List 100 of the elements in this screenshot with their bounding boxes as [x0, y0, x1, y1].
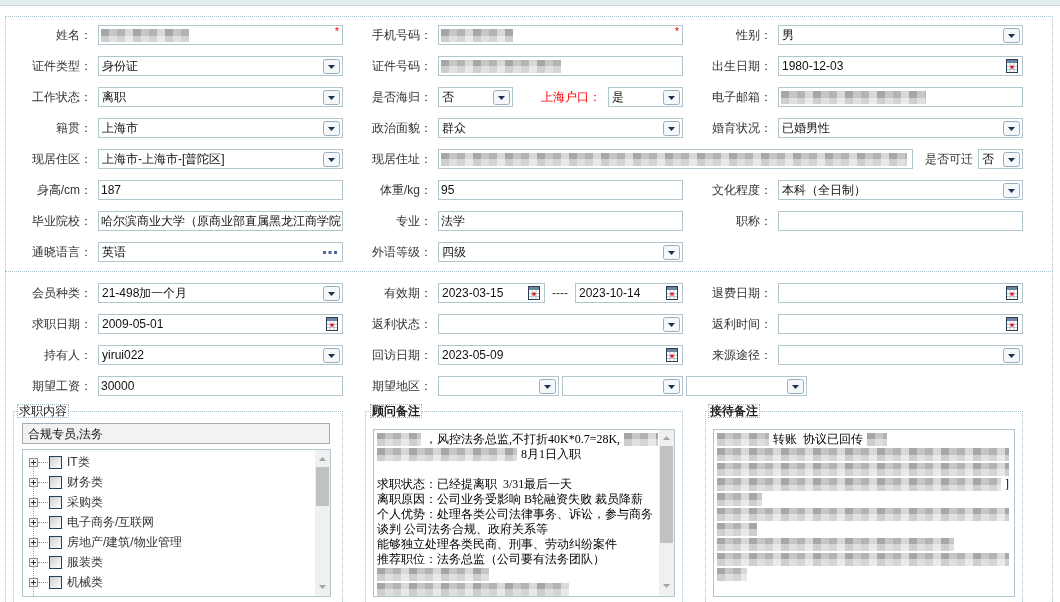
checkbox[interactable]	[49, 555, 62, 569]
select-field[interactable]: 上海市-上海市-[普陀区]	[98, 149, 343, 169]
text-field[interactable]: 哈尔滨商业大学（原商业部直属黑龙江商学院	[98, 211, 343, 231]
caret-down-icon[interactable]	[663, 316, 680, 332]
caret-down-icon[interactable]	[663, 120, 680, 136]
tree-item-label[interactable]: 机械类	[67, 573, 103, 591]
scrollbar[interactable]	[659, 430, 674, 596]
scrollbar[interactable]	[315, 450, 330, 596]
text-field[interactable]	[778, 211, 1023, 231]
field-label: 返利状态：	[372, 316, 432, 333]
tree-item-label[interactable]: 财务类	[67, 473, 103, 491]
plus-icon[interactable]	[29, 537, 38, 547]
caret-down-icon[interactable]	[663, 244, 680, 260]
caret-down-icon[interactable]	[323, 347, 340, 363]
date-field[interactable]: 2023-03-15	[438, 283, 545, 303]
field-label: 期望地区：	[372, 378, 432, 395]
calendar-icon[interactable]	[1006, 59, 1018, 73]
field-label: 婚育状况：	[712, 120, 772, 137]
select-field[interactable]	[438, 314, 683, 334]
caret-down-icon[interactable]	[323, 89, 340, 105]
text-field[interactable]: 法学	[438, 211, 683, 231]
date-field[interactable]: 2023-10-14	[575, 283, 683, 303]
text-field[interactable]: 187	[98, 180, 343, 200]
calendar-icon[interactable]	[326, 317, 338, 331]
caret-down-icon[interactable]	[323, 151, 340, 167]
select-field[interactable]	[562, 376, 683, 396]
checkbox[interactable]	[49, 495, 62, 509]
caret-down-icon[interactable]	[1003, 182, 1020, 198]
plus-icon[interactable]	[29, 577, 38, 587]
select-field[interactable]: 群众	[438, 118, 683, 138]
text-field[interactable]	[778, 87, 1023, 107]
caret-down-icon[interactable]	[323, 285, 340, 301]
select-field[interactable]: 上海市	[98, 118, 343, 138]
plus-icon[interactable]	[29, 497, 38, 507]
selection-field[interactable]: 合规专员,法务	[22, 423, 330, 444]
select-field[interactable]: 否	[438, 87, 513, 107]
date-field[interactable]: 2023-05-09	[438, 345, 683, 365]
checkbox[interactable]	[49, 535, 62, 549]
date-field[interactable]	[778, 283, 1023, 303]
select-field[interactable]: 四级	[438, 242, 683, 262]
select-field[interactable]: 已婚男性	[778, 118, 1023, 138]
plus-icon[interactable]	[29, 517, 38, 527]
select-field[interactable]: yirui022	[98, 345, 343, 365]
tree-item-label[interactable]: 电子商务/互联网	[67, 513, 155, 531]
select-field[interactable]	[686, 376, 807, 396]
select-field[interactable]: 否	[978, 149, 1023, 169]
caret-down-icon[interactable]	[1003, 27, 1020, 43]
checkbox[interactable]	[49, 515, 62, 529]
scrollbar-thumb[interactable]	[660, 446, 673, 543]
more-icon[interactable]	[323, 250, 337, 254]
notes-field[interactable]: ，风控法务总监,不打折40K*0.7=28K, 8月1日入职 求职状态：已经提离职 3/31最后一天 离职原因：公司业务受影响 B轮融资失败 裁员降薪 个人优势：处理各类公司法律事务、诉讼，参与商务谈判 公司法务合规、政府关系等 能够独立处理各类民商、刑事、劳动纠纷案件 推荐职位：法务总监（公司要有法务团队）	[373, 429, 675, 597]
select-field[interactable]: 离职	[98, 87, 343, 107]
scrollbar-thumb[interactable]	[316, 467, 329, 506]
field-label: 退费日期：	[712, 285, 772, 302]
calendar-icon[interactable]	[528, 286, 540, 300]
caret-down-icon[interactable]	[493, 89, 510, 105]
tree-item-label[interactable]: 服装类	[67, 553, 103, 571]
caret-down-icon[interactable]	[787, 378, 804, 394]
caret-down-icon[interactable]	[1003, 151, 1020, 167]
calendar-icon[interactable]	[666, 286, 678, 300]
lookup-field[interactable]: 英语	[98, 242, 343, 262]
caret-down-icon[interactable]	[323, 58, 340, 74]
text-field[interactable]: 95	[438, 180, 683, 200]
text-field[interactable]	[438, 149, 913, 169]
checkbox[interactable]	[49, 455, 62, 469]
text-field[interactable]: 30000	[98, 376, 343, 396]
plus-icon[interactable]	[29, 477, 38, 487]
tree-item-label[interactable]: 房地产/建筑/物业管理	[67, 533, 182, 551]
text-field[interactable]	[438, 56, 683, 76]
select-field[interactable]	[438, 376, 559, 396]
caret-down-icon[interactable]	[663, 89, 680, 105]
tree-item-label[interactable]: IT类	[67, 453, 90, 471]
select-field[interactable]: 男	[778, 25, 1023, 45]
date-field[interactable]: 2009-05-01	[98, 314, 343, 334]
select-field[interactable]: 本科（全日制）	[778, 180, 1023, 200]
checkbox[interactable]	[49, 575, 62, 589]
text-field[interactable]: *	[98, 25, 343, 45]
notes-field[interactable]: 转账 协议已回传 ]	[713, 429, 1015, 597]
calendar-icon[interactable]	[1006, 317, 1018, 331]
checkbox[interactable]	[49, 475, 62, 489]
blurred-text	[441, 28, 513, 42]
select-field[interactable]: 身份证	[98, 56, 343, 76]
field-label: 文化程度：	[712, 182, 772, 199]
plus-icon[interactable]	[29, 557, 38, 567]
caret-down-icon[interactable]	[663, 378, 680, 394]
select-field[interactable]: 是	[608, 87, 683, 107]
blurred-text	[867, 433, 887, 446]
select-field[interactable]: 21-498加一个月	[98, 283, 343, 303]
calendar-icon[interactable]	[1006, 286, 1018, 300]
calendar-icon[interactable]	[666, 348, 678, 362]
tree-item-label[interactable]: 采购类	[67, 493, 103, 511]
text-field[interactable]: *	[438, 25, 683, 45]
caret-down-icon[interactable]	[539, 378, 556, 394]
caret-down-icon[interactable]	[1003, 120, 1020, 136]
caret-down-icon[interactable]	[323, 120, 340, 136]
select-field[interactable]	[778, 345, 1023, 365]
date-field[interactable]: 1980-12-03	[778, 56, 1023, 76]
plus-icon[interactable]	[29, 457, 38, 467]
caret-down-icon[interactable]	[1003, 347, 1020, 363]
date-field[interactable]	[778, 314, 1023, 334]
